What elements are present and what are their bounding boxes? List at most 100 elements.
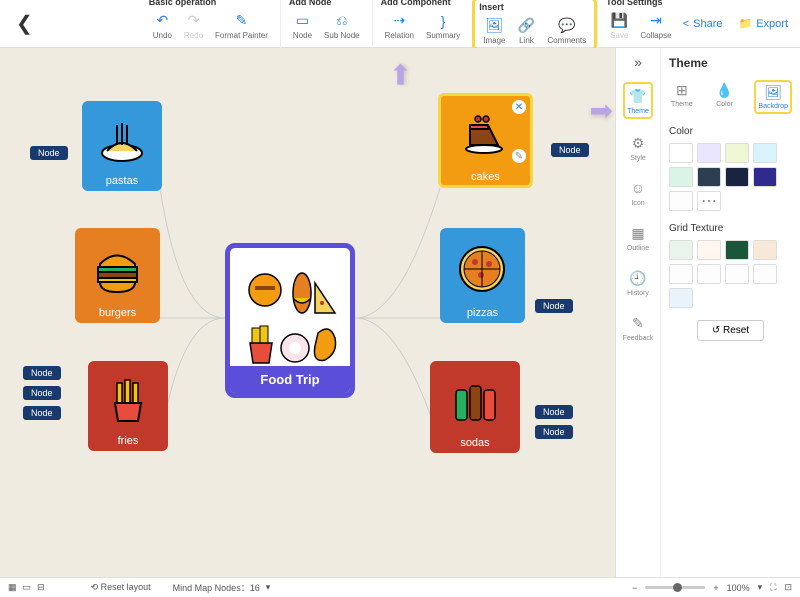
tab-color[interactable]: 💧Color — [714, 80, 735, 114]
grid-texture-swatch[interactable] — [725, 240, 749, 260]
redo-button[interactable]: ↷Redo — [180, 11, 207, 41]
group-add-node: Add Node ▭Node ⎌Sub Node — [280, 0, 372, 51]
node-badge[interactable]: Node — [30, 146, 68, 160]
color-swatch[interactable] — [725, 167, 749, 187]
color-swatch[interactable] — [697, 167, 721, 187]
grid-view-icon[interactable]: ▦ — [8, 582, 17, 593]
group-tool-settings: Tool Settings 💾Save ⇥Collapse — [597, 0, 683, 51]
close-icon[interactable]: ✕ — [512, 100, 526, 114]
tab-theme[interactable]: ⊞Theme — [669, 80, 695, 114]
iconbar-outline[interactable]: ▦Outline — [625, 221, 651, 254]
save-button[interactable]: 💾Save — [606, 11, 632, 41]
node-badge[interactable]: Node — [535, 405, 573, 419]
format-painter-button[interactable]: ✎Format Painter — [211, 11, 272, 41]
top-toolbar: ❮ Basic operation ↶Undo ↷Redo ✎Format Pa… — [0, 0, 800, 48]
collapse-button[interactable]: ⇥Collapse — [636, 11, 675, 41]
fit-icon[interactable]: ⊡ — [784, 582, 792, 593]
iconbar-history[interactable]: 🕘History — [625, 266, 651, 299]
grid-texture-swatch[interactable] — [697, 264, 721, 284]
pizza-icon — [444, 232, 521, 307]
color-section-title: Color — [669, 126, 792, 137]
right-iconbar: » 👕Theme ⚙Style ☺Icon ▦Outline 🕘History … — [616, 48, 661, 577]
insert-comments-button[interactable]: 💬Comments — [543, 16, 590, 46]
color-swatch[interactable] — [725, 143, 749, 163]
edit-icon[interactable]: ✎ — [512, 149, 526, 163]
reset-button[interactable]: ↺ Reset — [697, 320, 764, 341]
add-node-button[interactable]: ▭Node — [289, 11, 316, 41]
node-label: sodas — [460, 437, 489, 449]
share-button[interactable]: <Share — [683, 18, 723, 30]
color-swatch[interactable] — [753, 167, 777, 187]
node-badge[interactable]: Node — [23, 406, 61, 420]
grid-swatch-grid — [669, 240, 792, 308]
iconbar-feedback[interactable]: ✎Feedback — [621, 311, 656, 344]
format-painter-icon: ✎ — [232, 12, 250, 30]
image-icon: 🖼 — [485, 17, 503, 35]
right-panel: » 👕Theme ⚙Style ☺Icon ▦Outline 🕘History … — [615, 48, 800, 577]
center-food-collage-icon — [232, 260, 348, 381]
tree-view-icon[interactable]: ⊟ — [37, 582, 45, 593]
mindmap-center-node[interactable]: Food Trip — [225, 243, 355, 398]
mindmap-node-burgers[interactable]: burgers — [75, 228, 160, 323]
grid-texture-swatch[interactable] — [753, 264, 777, 284]
relation-button[interactable]: ⇢Relation — [381, 11, 418, 41]
fullscreen-icon[interactable]: ⛶ — [770, 582, 776, 593]
node-badge[interactable]: Node — [551, 143, 589, 157]
color-swatch[interactable] — [669, 191, 693, 211]
comments-icon: 💬 — [558, 17, 576, 35]
more-colors-button[interactable]: ⋯ — [697, 191, 721, 211]
grid-texture-swatch[interactable] — [669, 264, 693, 284]
undo-button[interactable]: ↶Undo — [149, 11, 176, 41]
color-swatch[interactable] — [669, 167, 693, 187]
zoom-out-button[interactable]: − — [632, 583, 637, 593]
node-badge[interactable]: Node — [23, 366, 61, 380]
insert-link-button[interactable]: 🔗Link — [513, 16, 539, 46]
toolbar-groups: Basic operation ↶Undo ↷Redo ✎Format Pain… — [141, 0, 684, 51]
iconbar-style[interactable]: ⚙Style — [626, 131, 650, 164]
collapse-panel-button[interactable]: » — [634, 54, 642, 70]
mindmap-canvas[interactable]: ➡ ➡ Node Node Node Node Node Node Node N… — [0, 48, 615, 577]
theme-tabs: ⊞Theme 💧Color 🖼Backdrop — [669, 80, 792, 114]
annotation-arrow-up: ➡ — [383, 63, 416, 86]
node-label: pizzas — [467, 307, 498, 319]
collapse-icon: ⇥ — [647, 12, 665, 30]
center-node-label: Food Trip — [230, 366, 350, 393]
grid-texture-swatch[interactable] — [725, 264, 749, 284]
chevron-down-icon[interactable]: ▾ — [266, 582, 271, 593]
color-swatch[interactable] — [669, 143, 693, 163]
node-badge[interactable]: Node — [535, 299, 573, 313]
node-badge[interactable]: Node — [535, 425, 573, 439]
annotation-arrow-right: ➡ — [590, 94, 613, 127]
grid-texture-swatch[interactable] — [753, 240, 777, 260]
add-subnode-button[interactable]: ⎌Sub Node — [320, 11, 364, 41]
mindmap-node-pizzas[interactable]: pizzas — [440, 228, 525, 323]
chevron-down-icon[interactable]: ▾ — [758, 582, 763, 593]
color-swatch[interactable] — [697, 143, 721, 163]
mindmap-node-fries[interactable]: fries — [88, 361, 168, 451]
zoom-level: 100% — [727, 583, 750, 593]
grid-texture-swatch[interactable] — [669, 288, 693, 308]
summary-button[interactable]: }Summary — [422, 11, 464, 41]
node-badge[interactable]: Node — [23, 386, 61, 400]
mindmap-node-pastas[interactable]: pastas — [82, 101, 162, 191]
export-button[interactable]: 📁Export — [739, 17, 789, 30]
reset-layout-button[interactable]: ⟲ Reset layout — [91, 582, 151, 593]
tab-backdrop[interactable]: 🖼Backdrop — [754, 80, 792, 114]
style-icon: ⚙ — [628, 133, 648, 153]
iconbar-theme[interactable]: 👕Theme — [623, 82, 653, 119]
grid-texture-swatch[interactable] — [669, 240, 693, 260]
insert-image-button[interactable]: 🖼Image — [479, 16, 509, 46]
zoom-in-button[interactable]: + — [713, 583, 718, 593]
presentation-icon[interactable]: ▭ — [23, 582, 32, 593]
iconbar-icon[interactable]: ☺Icon — [626, 176, 650, 209]
color-swatch[interactable] — [753, 143, 777, 163]
grid-section-title: Grid Texture — [669, 223, 792, 234]
mindmap-node-sodas[interactable]: sodas — [430, 361, 520, 453]
back-button[interactable]: ❮ — [8, 11, 41, 36]
mindmap-node-cakes[interactable]: ✕ ✎ cakes — [438, 93, 533, 188]
color-swatch-grid: ⋯ — [669, 143, 792, 211]
zoom-slider[interactable] — [645, 586, 705, 589]
summary-icon: } — [434, 12, 452, 30]
grid-icon: ⊞ — [676, 82, 688, 99]
grid-texture-swatch[interactable] — [697, 240, 721, 260]
